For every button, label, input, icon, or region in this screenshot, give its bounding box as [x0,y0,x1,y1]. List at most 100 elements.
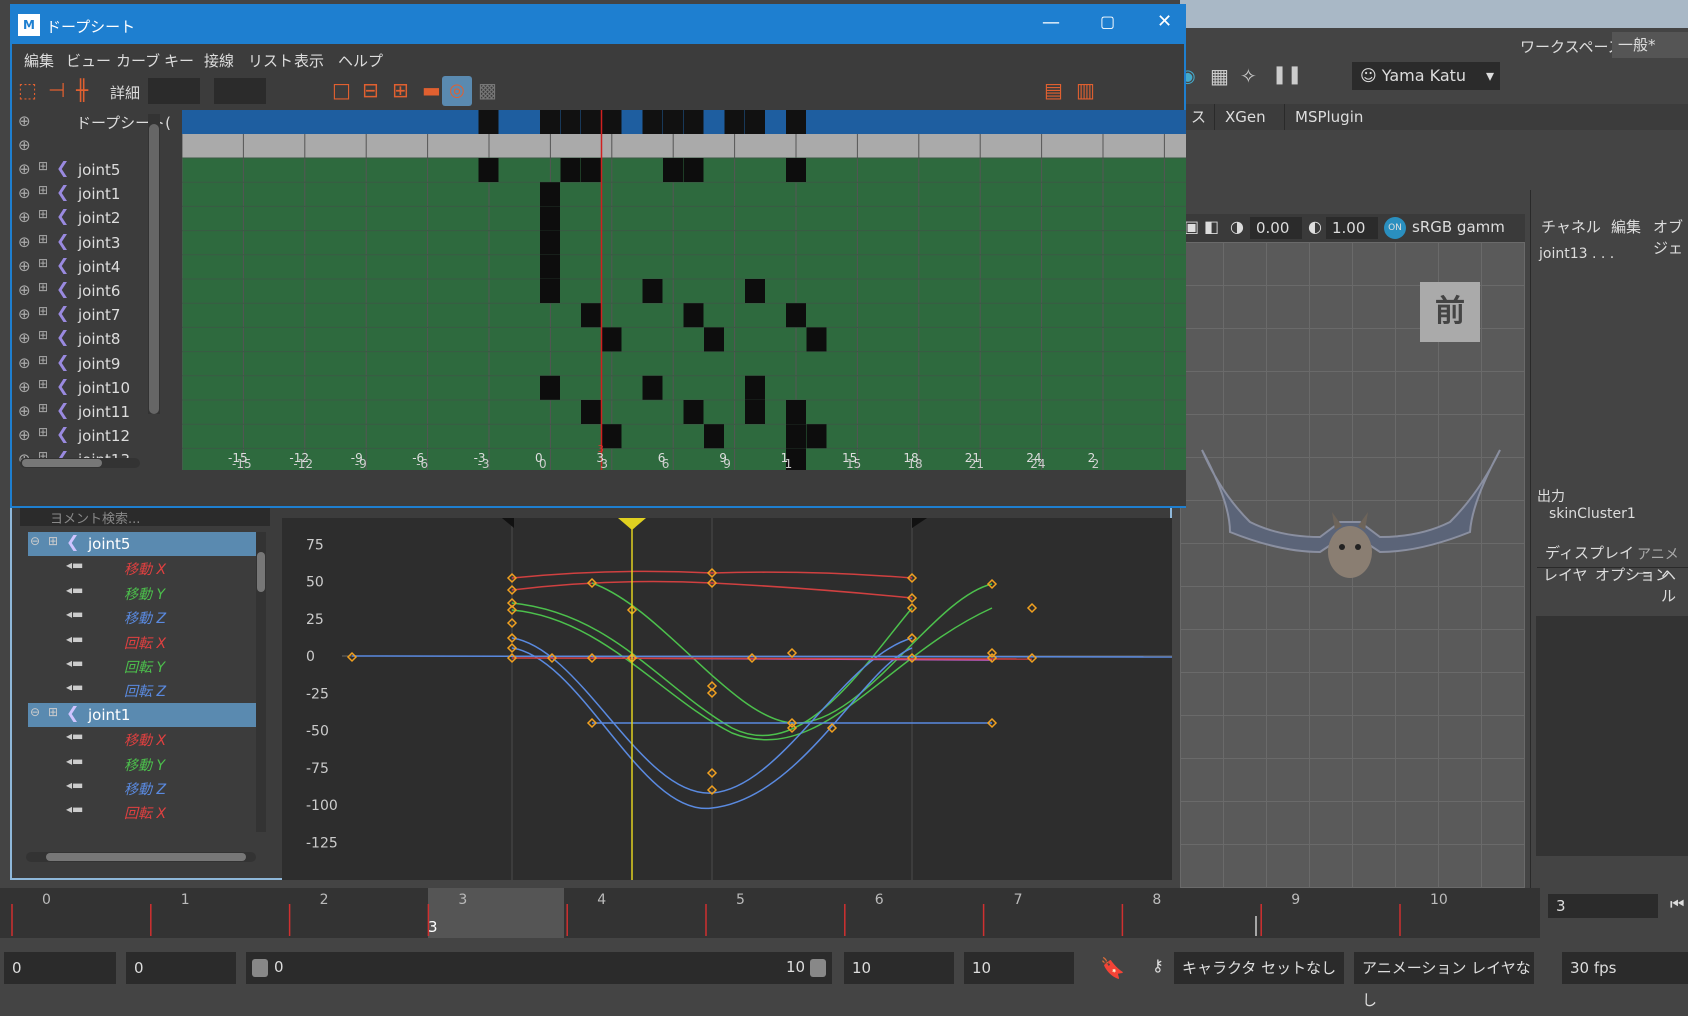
frame-playback-icon[interactable]: ⊟ [362,78,379,102]
channel-expand-icon[interactable]: ⊞ [38,159,48,173]
key-block[interactable] [540,230,560,255]
menu-help[interactable]: ヘルプ [338,50,383,71]
key-block[interactable] [540,254,560,279]
range-slider[interactable]: 0 10 [246,952,832,984]
key-block[interactable] [786,303,806,328]
channel-expand-icon[interactable]: ⊞ [38,353,48,367]
auto-load-icon[interactable]: ◎ [442,76,472,106]
summary-key[interactable] [663,110,683,134]
key-block[interactable] [786,158,806,182]
graph-tree-attribute[interactable]: ◂▬ 回転 Z [28,678,266,702]
menu-edit[interactable]: 編集 [24,50,54,71]
key-block[interactable] [786,400,806,424]
animation-curve[interactable] [591,582,993,724]
key-point[interactable] [346,651,358,663]
key-block[interactable] [663,158,683,182]
workspace-select[interactable]: 一般* [1612,32,1688,58]
channel-expand-icon[interactable]: ⊞ [38,256,48,270]
gamma-field[interactable]: 1.00 [1326,217,1378,239]
graph-tree-attribute[interactable]: ◂▬ 回転 X [28,630,266,654]
key-block[interactable] [478,158,499,182]
select-key-icon[interactable]: ⬚ [18,78,37,102]
channel-expand-icon[interactable]: ⊞ [38,328,48,342]
channel-expand-icon[interactable]: ⊞ [38,304,48,318]
graph-tree-attribute[interactable]: ◂▬ 回転 Y [28,654,266,678]
user-account-button[interactable]: ☺ Yama Katu ▾ [1352,62,1500,90]
graph-tree-attribute[interactable]: ◂▬ 移動 Y [28,752,266,776]
time-slider[interactable]: 0 1 2 3 4 5 6 7 8 9 10 3 [0,888,1540,938]
collapse-icon[interactable]: ⊖ [30,705,40,719]
collapse-icon[interactable]: ⊖ [30,534,40,548]
menu-show[interactable]: 表示 [294,50,324,71]
layer-menu-layer[interactable]: レイヤ [1543,564,1588,585]
graph-tree-attribute[interactable]: ◂▬ 移動 X [28,727,266,751]
graph-tree-attribute[interactable]: ◂▬ 移動 Z [28,776,266,800]
channel-expand-icon[interactable]: ⊞ [38,232,48,246]
key-point[interactable] [1026,602,1038,614]
expand-icon[interactable]: ⊕ [18,160,31,178]
summary-key[interactable] [724,110,745,134]
exposure-field[interactable]: 0.00 [1250,217,1302,239]
detail-field-1[interactable] [148,78,200,104]
isolate-icon[interactable]: ▣ [1184,217,1199,236]
output-node[interactable]: skinCluster1 [1549,506,1636,522]
key-block[interactable] [540,206,560,231]
trax-editor-icon[interactable]: ▥ [1076,78,1095,102]
key-block[interactable] [540,375,560,400]
summary-key[interactable] [581,110,601,134]
expand-icon[interactable]: ⊕ [18,208,31,226]
expand-icon[interactable]: ⊕ [18,257,31,275]
load-selected-icon[interactable]: ▩ [478,78,497,102]
animation-curve[interactable] [511,657,1033,660]
key-point[interactable] [1026,652,1038,664]
dopesheet-row-joint12[interactable]: ⊕ ⊞ ❮ joint12 [12,424,182,450]
center-current-icon[interactable]: ⊞ [392,78,409,102]
key-block[interactable] [786,424,806,449]
graph-outliner-vscroll[interactable] [256,532,266,832]
key-block[interactable] [806,327,827,352]
tab-display[interactable]: ディスプレイ [1545,542,1634,563]
key-block[interactable] [560,158,581,182]
dopesheet-keys[interactable]: -15 -12 -9 -6 -3 0 3 6 9 1 15 18 21 24 23-15 -12 -9 -6 -3 0… [182,110,1186,506]
summary-key[interactable] [683,110,704,134]
key-block[interactable] [683,400,704,424]
channel-expand-icon[interactable]: ⊞ [38,207,48,221]
channel-expand-icon[interactable]: ⊞ [38,377,48,391]
key-block[interactable] [806,424,827,449]
key-block[interactable] [540,279,560,303]
key-block[interactable] [745,400,765,424]
key-block[interactable] [704,327,724,352]
channel-expand-icon[interactable]: ⊞ [38,401,48,415]
bat-model[interactable] [1190,442,1510,602]
close-icon[interactable]: ✕ [1157,11,1172,32]
expand-icon[interactable]: ⊕ [18,354,31,372]
fps-select[interactable]: 30 fps [1562,952,1688,984]
summary-key[interactable] [601,110,622,134]
animation-curve[interactable] [351,655,1173,658]
animation-curve[interactable] [511,607,993,741]
key-block[interactable] [601,327,622,352]
channel-expand-icon[interactable]: ⊞ [38,280,48,294]
pause-icon[interactable]: ❚❚ [1272,64,1302,85]
key-block[interactable] [683,303,704,328]
graph-search-input[interactable]: ヨメント検索... [20,508,270,526]
expand-icon[interactable]: ⊕ [18,426,31,444]
channelbox-menu-edit[interactable]: 編集 [1611,216,1641,237]
graph-tree-joint[interactable]: ⊖ ⊞ ❮ joint1 [28,702,266,727]
animation-start-field[interactable]: 0 [4,952,116,984]
graph-outliner-hscroll[interactable] [26,852,256,862]
menu-tangents[interactable]: 接線 [204,50,234,71]
key-block[interactable] [540,182,560,207]
channelbox-menu-channel[interactable]: チャネル [1541,216,1601,237]
channel-expand-icon[interactable]: ⊞ [38,183,48,197]
ipr-render-icon[interactable]: ✧ [1240,64,1257,88]
menu-list[interactable]: リスト [248,50,293,71]
channel-expand-icon[interactable]: ⊞ [48,534,58,548]
range-start-handle[interactable] [252,959,268,977]
range-end-handle[interactable] [810,959,826,977]
expand-icon[interactable]: ⊕ [18,233,31,251]
dopesheet-outliner-hscroll[interactable] [20,458,140,468]
view-cube[interactable]: 前 [1420,282,1480,342]
lattice-icon[interactable]: ╫ [76,78,88,102]
dopesheet-grid[interactable]: -15 -12 -9 -6 -3 0 3 6 9 1 15 18 21 24 2 3 -15 -12 -9 -6 -3 0… [182,110,1186,506]
